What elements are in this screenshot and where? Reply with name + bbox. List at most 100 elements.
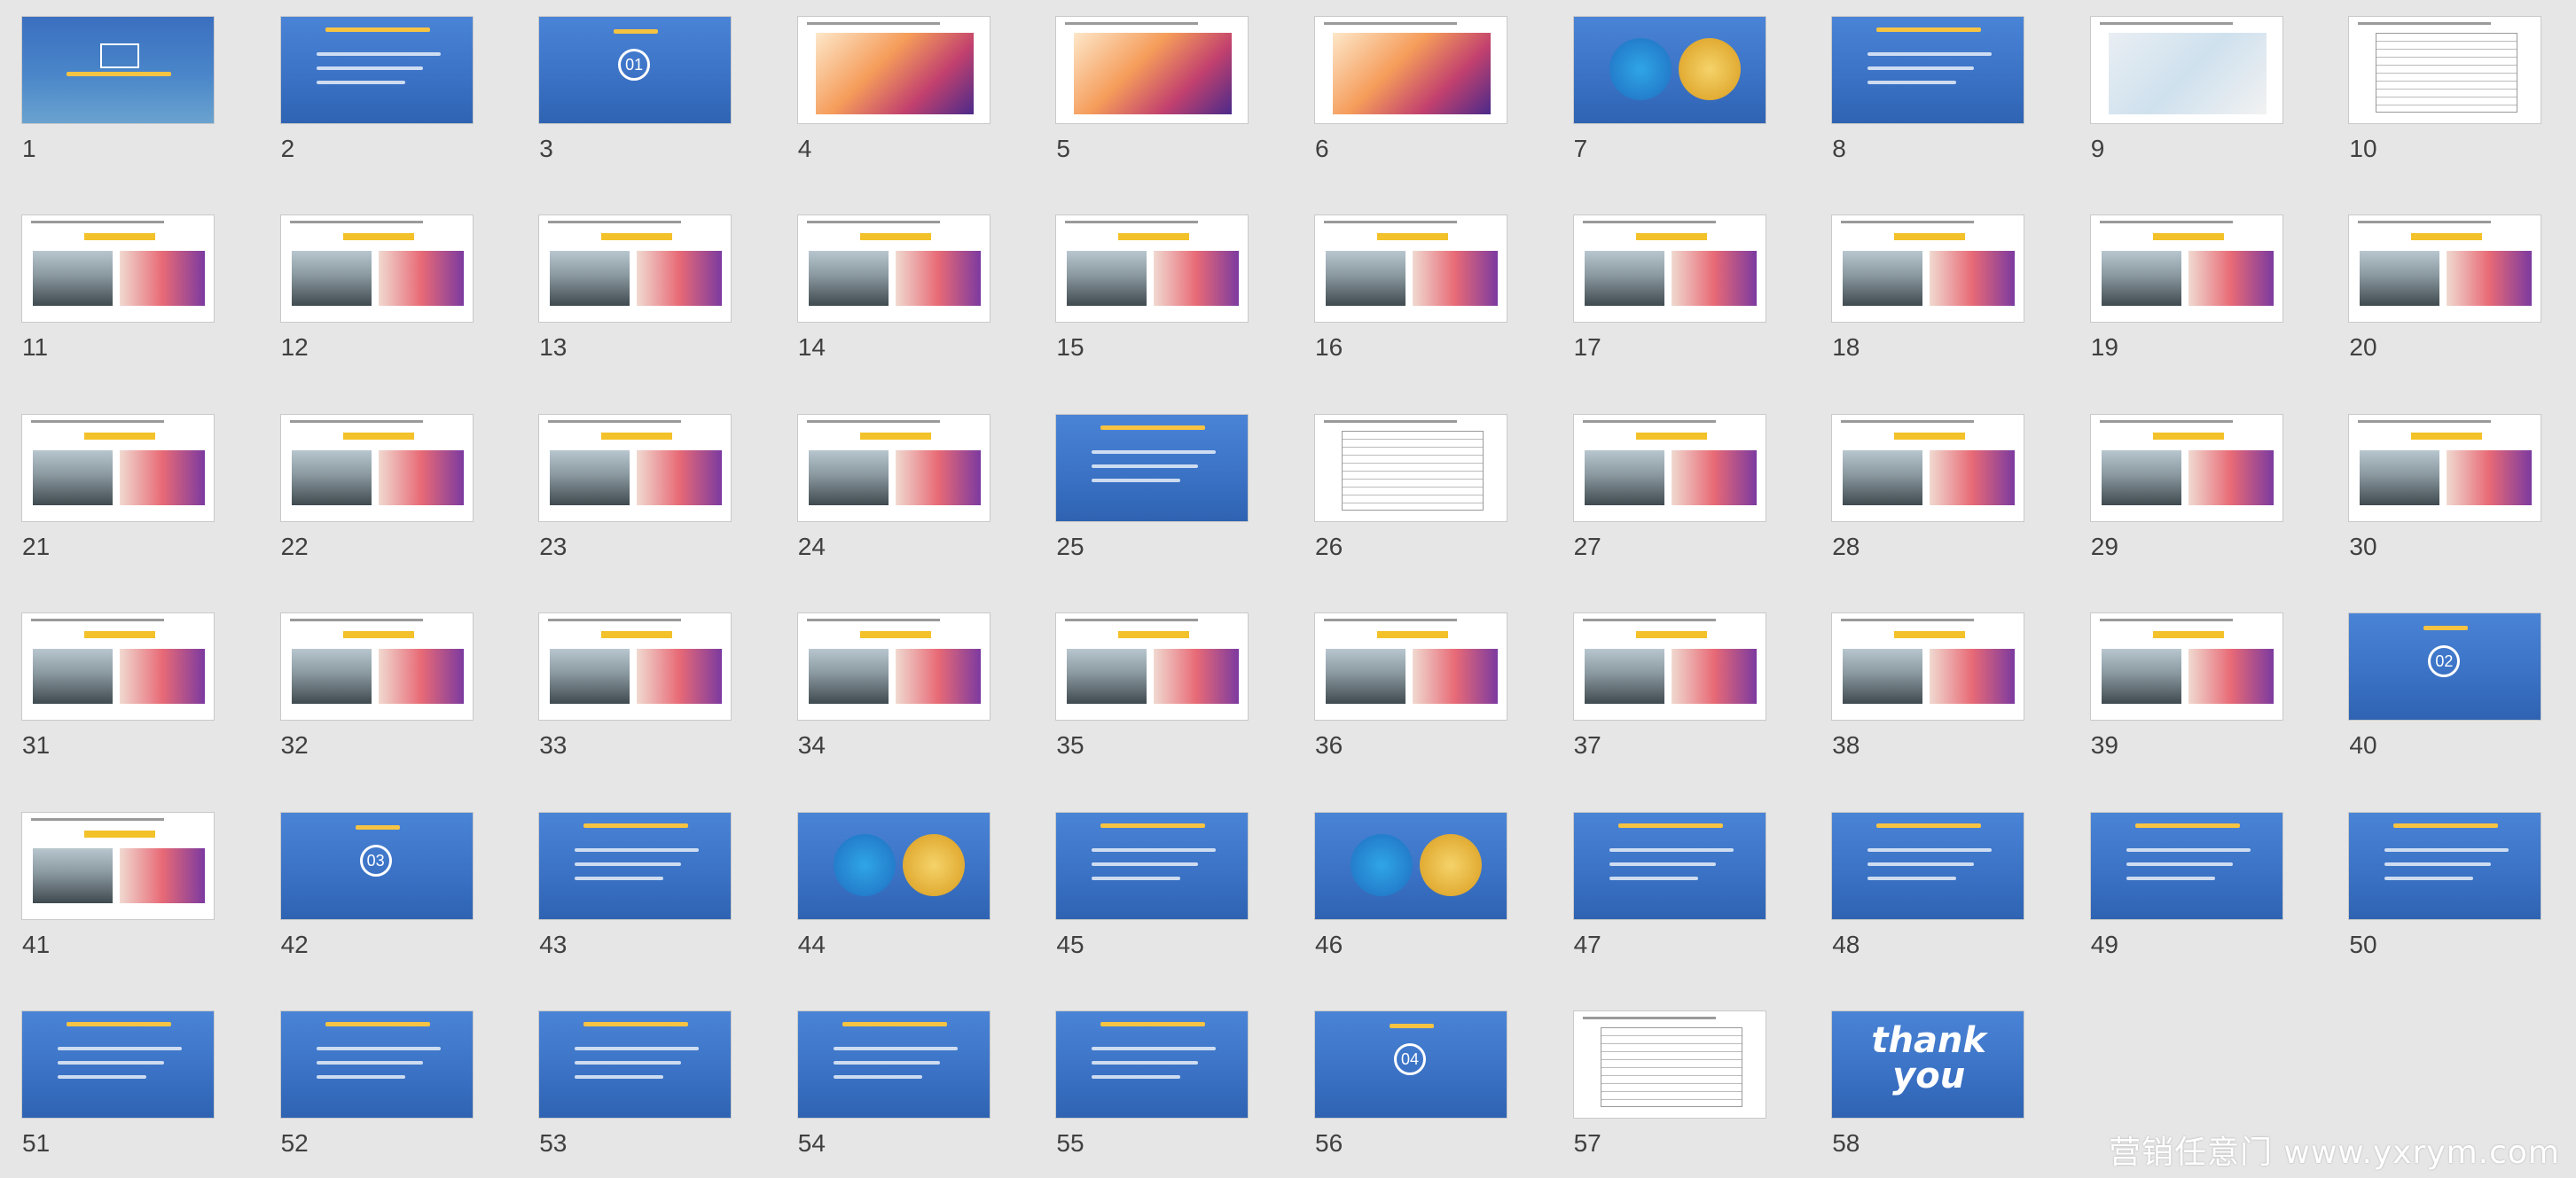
slide-thumbnail[interactable] <box>21 16 215 124</box>
slide-text-line <box>575 1047 700 1050</box>
slide-number: 41 <box>22 930 51 958</box>
slide-text-line <box>2126 862 2233 866</box>
slide-photo-right <box>1930 251 2016 307</box>
slide-thumbnail[interactable] <box>2089 811 2283 920</box>
slide-header-line <box>1065 221 1199 224</box>
section-title-bar <box>1390 1024 1434 1028</box>
slide-thumbnail[interactable] <box>1831 612 2025 722</box>
slide-text-line <box>1092 1061 1199 1065</box>
slide-thumbnail[interactable] <box>21 413 215 522</box>
slide-thumbnail[interactable] <box>1055 1010 1249 1119</box>
slide-thumbnail[interactable]: 03 <box>279 811 474 920</box>
slide-thumbnail[interactable]: thank you <box>1831 1010 2025 1119</box>
slide-thumbnail[interactable] <box>538 1010 732 1119</box>
slide-thumbnail[interactable] <box>796 1010 990 1119</box>
slide-header-line <box>2099 221 2233 224</box>
slide-thumbnail[interactable] <box>21 612 215 722</box>
slide-number: 24 <box>797 532 826 560</box>
slide-thumbnail[interactable] <box>2348 215 2542 324</box>
slide-thumbnail[interactable] <box>1831 413 2025 522</box>
slide-thumbnail[interactable] <box>1055 16 1249 124</box>
slide-thumbnail[interactable] <box>2348 811 2542 920</box>
slide-thumbnail[interactable] <box>1572 612 1766 722</box>
slide-text-line <box>1867 876 1957 880</box>
slide-number: 36 <box>1315 731 1343 760</box>
slide-poster-image <box>815 33 974 114</box>
slide-thumbnail[interactable] <box>1055 612 1249 722</box>
slide-text-line <box>1867 52 1993 56</box>
slide-circle-left <box>1609 38 1672 100</box>
slide-thumbnail[interactable]: 02 <box>2348 612 2542 722</box>
slide-number: 3 <box>539 135 553 162</box>
slide-title-tag <box>2411 432 2483 440</box>
slide-thumbnail[interactable] <box>279 612 474 722</box>
slide-text-line <box>316 81 405 84</box>
slide-text-line <box>1867 66 1975 70</box>
slide-thumbnail[interactable]: 01 <box>538 16 732 124</box>
slide-thumbnail[interactable] <box>21 215 215 324</box>
slide-photo-left <box>1326 251 1405 307</box>
slide-title-bar <box>1100 425 1206 430</box>
slide-number: 5 <box>1056 135 1070 162</box>
slide-thumbnail[interactable]: 04 <box>1314 1010 1507 1119</box>
slide-thumbnail[interactable] <box>796 612 990 722</box>
cover-title-bar <box>67 72 171 76</box>
slide-thumbnail[interactable] <box>796 811 990 920</box>
slide-header-line <box>2099 619 2233 622</box>
slide-thumbnail[interactable] <box>1831 215 2025 324</box>
slide-thumbnail[interactable] <box>1831 16 2025 124</box>
slide-text-line <box>833 1047 958 1050</box>
slide-thumbnail[interactable] <box>1314 215 1507 324</box>
slide-thumbnail[interactable] <box>538 215 732 324</box>
slide-thumbnail[interactable] <box>2089 612 2283 722</box>
slide-thumbnail[interactable] <box>538 612 732 722</box>
slide-thumbnail[interactable] <box>21 1010 215 1119</box>
slide-thumbnail[interactable] <box>2089 413 2283 522</box>
slide-thumbnail[interactable] <box>1572 215 1766 324</box>
slide-thumbnail[interactable] <box>2348 413 2542 522</box>
slide-thumbnail[interactable] <box>1314 413 1507 522</box>
slide-number: 21 <box>22 532 51 560</box>
slide-text-line <box>575 1075 664 1079</box>
slide-thumbnail[interactable] <box>1572 1010 1766 1119</box>
slide-thumbnail[interactable] <box>2089 215 2283 324</box>
slide-thumbnail[interactable] <box>21 811 215 920</box>
slide-thumbnail[interactable] <box>1314 811 1507 920</box>
slide-thumbnail[interactable] <box>1055 215 1249 324</box>
slide-thumbnail[interactable] <box>796 215 990 324</box>
slide-thumbnail[interactable] <box>279 1010 474 1119</box>
slide-thumbnail[interactable] <box>1572 413 1766 522</box>
slide-header-line <box>289 619 423 622</box>
section-title-bar <box>355 824 400 830</box>
slide-title-bar <box>2393 823 2499 828</box>
slide-title-bar <box>325 27 430 32</box>
slide-photo-right <box>2188 649 2274 705</box>
slide-thumbnail[interactable] <box>1055 413 1249 522</box>
slide-header-line <box>1582 619 1716 622</box>
slide-thumbnail[interactable] <box>538 811 732 920</box>
slide-thumbnail[interactable] <box>1314 612 1507 722</box>
slide-thumbnail[interactable] <box>796 16 990 124</box>
slide-title-tag <box>2152 631 2224 639</box>
slide-thumbnail[interactable] <box>1572 16 1766 124</box>
slide-title-tag <box>859 631 931 639</box>
slide-photo-right <box>637 649 723 705</box>
slide-thumbnail[interactable] <box>538 413 732 522</box>
slide-thumbnail[interactable] <box>1314 16 1507 124</box>
slide-photo-right <box>637 449 723 505</box>
slide-number: 34 <box>797 731 826 760</box>
slide-thumbnail[interactable] <box>2089 16 2283 124</box>
slide-thumbnail[interactable] <box>1572 811 1766 920</box>
slide-thumbnail[interactable] <box>1831 811 2025 920</box>
slide-thumbnail[interactable] <box>796 413 990 522</box>
slide-thumbnail[interactable] <box>279 413 474 522</box>
slide-title-tag <box>2152 432 2224 440</box>
slide-thumbnail[interactable] <box>1055 811 1249 920</box>
slide-photo-left <box>2360 449 2440 505</box>
slide-thumbnail[interactable] <box>279 16 474 124</box>
slide-photo-right <box>2188 251 2274 307</box>
slide-thumbnail[interactable] <box>279 215 474 324</box>
slide-header-line <box>1582 419 1716 423</box>
section-number-badge: 01 <box>618 49 651 81</box>
slide-thumbnail[interactable] <box>2348 16 2542 124</box>
